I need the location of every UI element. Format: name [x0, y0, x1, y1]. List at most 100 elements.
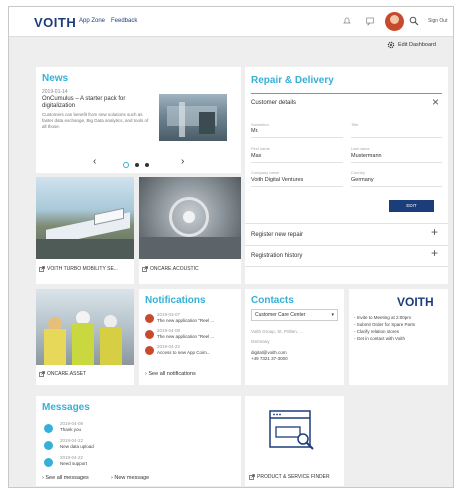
- news-date: 2019-01-14: [42, 89, 68, 95]
- message-avatar: [44, 458, 53, 467]
- external-link-icon: [39, 266, 45, 272]
- tile-turbo-mobility[interactable]: VOITH TURBO MOBILITY SE...: [36, 177, 134, 284]
- notification-date: 2019-04-08: [157, 328, 181, 333]
- notification-avatar: [145, 330, 154, 339]
- repair-title: Repair & Delivery: [251, 75, 334, 86]
- news-next-arrow[interactable]: ›: [181, 156, 184, 167]
- last-name-value[interactable]: Mustermann: [351, 153, 382, 159]
- top-bar: VOITH App Zone Feedback Sign Out: [9, 7, 453, 37]
- chat-icon[interactable]: [365, 16, 375, 26]
- message-text[interactable]: Need support: [60, 461, 87, 466]
- search-icon[interactable]: [409, 16, 419, 26]
- see-all-messages-link[interactable]: › See all messages: [42, 475, 89, 481]
- message-text[interactable]: Thank you: [60, 427, 81, 432]
- promo-bullet: - Clarify relation stores: [354, 329, 400, 334]
- country-value[interactable]: Germany: [351, 177, 374, 183]
- dashboard-frame: VOITH App Zone Feedback Sign Out Edit Da…: [8, 6, 454, 488]
- salutation-label: Salutation: [251, 122, 269, 127]
- notification-text[interactable]: The new application "Reel ...: [157, 334, 214, 339]
- registration-history-row[interactable]: Registration history: [251, 253, 302, 259]
- message-avatar: [44, 441, 53, 450]
- contact-select[interactable]: Customer Care Center ▾: [251, 309, 338, 321]
- product-finder-icon: [269, 410, 314, 450]
- plus-icon[interactable]: +: [431, 225, 438, 239]
- customer-details-label: Customer details: [251, 100, 297, 106]
- promo-logo: VOITH: [397, 295, 434, 309]
- external-link-icon: [249, 474, 255, 480]
- gear-icon: [387, 41, 395, 49]
- messages-title: Messages: [42, 402, 90, 413]
- notification-avatar: [145, 346, 154, 355]
- repair-delivery-card: Repair & Delivery Customer details × Sal…: [245, 67, 448, 284]
- external-link-icon: [142, 266, 148, 272]
- tile-asset-caption: ONCARE.ASSET: [39, 371, 86, 377]
- bell-icon[interactable]: [342, 16, 352, 26]
- user-avatar[interactable]: [385, 12, 404, 31]
- product-finder-card[interactable]: PRODUCT & SERVICE FINDER: [245, 396, 344, 486]
- title-label: Title: [351, 122, 359, 127]
- tile-oncare-asset[interactable]: ONCARE.ASSET: [36, 289, 134, 385]
- contacts-card: Contacts Customer Care Center ▾ Voith Gr…: [245, 289, 344, 385]
- contact-address: Voith Group, St. Pölten, ...: [251, 329, 304, 334]
- nav-feedback[interactable]: Feedback: [111, 18, 137, 24]
- edit-dashboard-label: Edit Dashboard: [398, 42, 436, 48]
- voith-promo-card[interactable]: VOITH - Invite to Meeting at 2:00pm - Su…: [349, 289, 448, 385]
- company-value[interactable]: Voith Digital Ventures: [251, 177, 303, 183]
- company-label: Company name: [251, 170, 280, 175]
- new-message-link[interactable]: › New message: [111, 475, 149, 481]
- news-dot-1[interactable]: [123, 162, 129, 168]
- message-avatar: [44, 424, 53, 433]
- close-icon[interactable]: ×: [432, 95, 439, 109]
- news-card: News 2019-01-14 OnCumulus – A starter pa…: [36, 67, 241, 173]
- tile-acoustic-image: [139, 177, 241, 259]
- sign-out-link[interactable]: Sign Out: [428, 18, 447, 24]
- tile-oncare-acoustic[interactable]: ONCARE.ACOUSTIC: [139, 177, 241, 284]
- tile-asset-image: [36, 289, 134, 365]
- notification-date: 2019-03-07: [157, 312, 181, 317]
- product-finder-caption: PRODUCT & SERVICE FINDER: [249, 474, 330, 480]
- news-title: News: [42, 73, 69, 84]
- notification-date: 2019-04-22: [157, 344, 181, 349]
- tile-acoustic-caption: ONCARE.ACOUSTIC: [142, 266, 199, 272]
- promo-bullet: - Invite to Meeting at 2:00pm: [354, 315, 412, 320]
- register-repair-row[interactable]: Register new repair: [251, 232, 303, 238]
- first-name-value[interactable]: Max: [251, 153, 261, 159]
- contact-country: Germany: [251, 339, 270, 344]
- news-dot-3[interactable]: [145, 163, 149, 167]
- salutation-value[interactable]: Mr.: [251, 128, 259, 134]
- news-dot-2[interactable]: [135, 163, 139, 167]
- first-name-label: First name: [251, 146, 270, 151]
- notifications-card: Notifications 2019-03-07 The new applica…: [139, 289, 241, 385]
- tile-turbo-image: [36, 177, 134, 259]
- voith-logo[interactable]: VOITH: [34, 15, 76, 30]
- plus-icon[interactable]: +: [431, 246, 438, 260]
- see-all-notifications-link[interactable]: › See all notifications: [145, 371, 196, 377]
- news-prev-arrow[interactable]: ‹: [93, 156, 96, 167]
- message-date: 2019-04-22: [60, 455, 84, 460]
- promo-bullet: - Get in contact with Voith: [354, 336, 406, 341]
- edit-button[interactable]: EDIT: [389, 200, 434, 212]
- contacts-title: Contacts: [251, 295, 294, 306]
- notification-text[interactable]: The new application "Reel ...: [157, 318, 214, 323]
- last-name-label: Last name: [351, 146, 370, 151]
- contact-phone[interactable]: +49 7321 37-3000: [251, 356, 288, 361]
- promo-bullet: - Submit Order for Spare Parts: [354, 322, 416, 327]
- country-label: Country: [351, 170, 366, 175]
- messages-card: Messages 2019-04-08 Thank you 2019-04-22…: [36, 396, 241, 486]
- notifications-title: Notifications: [145, 295, 206, 306]
- chevron-down-icon: ▾: [331, 312, 334, 318]
- news-headline[interactable]: OnCumulus – A starter pack for digitaliz…: [42, 96, 152, 110]
- message-date: 2019-04-22: [60, 438, 84, 443]
- news-pagination[interactable]: [123, 162, 149, 168]
- contact-email[interactable]: digital@voith.com: [251, 350, 287, 355]
- message-date: 2019-04-08: [60, 421, 84, 426]
- notification-text[interactable]: Access to new App Coim...: [157, 350, 211, 355]
- notification-avatar: [145, 314, 154, 323]
- external-link-icon: [39, 371, 45, 377]
- edit-dashboard-button[interactable]: Edit Dashboard: [387, 41, 436, 49]
- news-image[interactable]: [159, 94, 227, 141]
- message-text[interactable]: New data upload: [60, 444, 94, 449]
- nav-app-zone[interactable]: App Zone: [79, 18, 105, 24]
- tile-turbo-caption: VOITH TURBO MOBILITY SE...: [39, 266, 118, 272]
- news-body: Customers can benefit from new solutions…: [42, 112, 149, 129]
